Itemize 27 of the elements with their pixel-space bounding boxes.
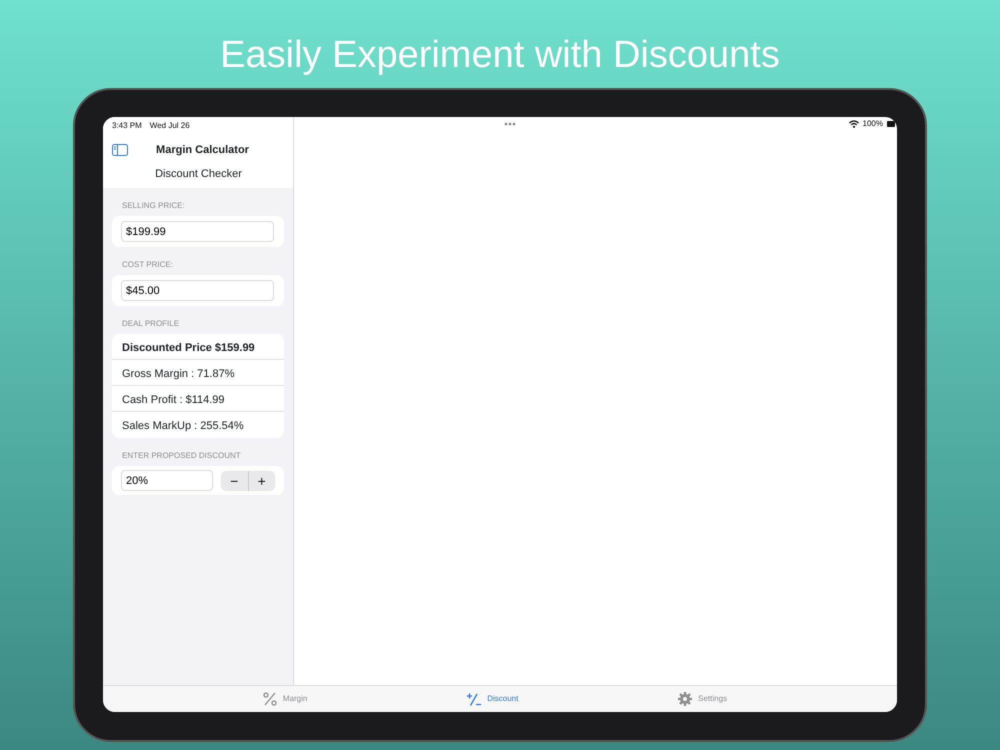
- text-input-field[interactable]: $199.99: [121, 221, 274, 242]
- result-row: Cash Profit : $114.99: [112, 386, 284, 412]
- wifi-icon: [848, 120, 859, 128]
- discount-input-field[interactable]: 20%: [121, 470, 213, 491]
- sidebar-subtitle: Discount Checker: [154, 166, 243, 182]
- result-row-text: Sales MarkUp : 255.54%: [121, 419, 245, 434]
- gear-icon: [678, 692, 692, 706]
- decrement-button[interactable]: −: [221, 470, 248, 490]
- battery-icon: [887, 121, 895, 127]
- status-date: Wed Jul 26: [150, 120, 190, 132]
- headline: Easily Experiment with Discounts: [219, 33, 781, 78]
- increment-button[interactable]: +: [248, 470, 275, 490]
- section-label: SELLING PRICE:: [121, 200, 186, 212]
- result-row: Gross Margin : 71.87%: [112, 360, 284, 386]
- result-row: Discounted Price $159.99: [112, 334, 284, 360]
- sidebar-toggle-icon[interactable]: [112, 144, 128, 156]
- battery-percentage: 100%: [862, 118, 883, 130]
- percent-icon: [262, 692, 277, 706]
- status-time: 3:43 PM: [112, 120, 142, 132]
- sidebar-title: Margin Calculator: [155, 143, 250, 158]
- section-label: DEAL PROFILE: [121, 318, 180, 330]
- tab-bar-item[interactable]: Discount: [467, 692, 518, 706]
- section-label: COST PRICE:: [121, 259, 174, 271]
- multitasking-dots-icon[interactable]: [504, 122, 516, 126]
- plus-minus-icon: [467, 692, 482, 706]
- section-label: ENTER PROPOSED DISCOUNT: [121, 450, 242, 462]
- text-input-field[interactable]: $45.00: [121, 280, 274, 301]
